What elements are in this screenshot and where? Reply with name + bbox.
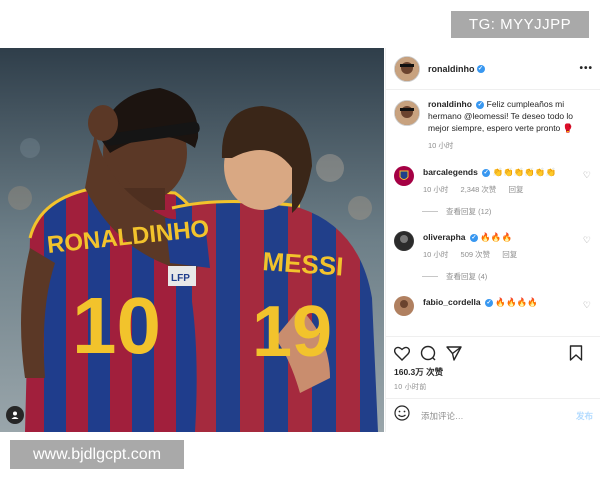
comment-text: 👏👏👏👏👏👏 bbox=[492, 167, 557, 177]
jersey-name-right: MESSI bbox=[262, 246, 345, 282]
verified-badge-icon: ✓ bbox=[469, 233, 478, 242]
reply-button[interactable]: 回复 bbox=[502, 250, 517, 259]
heart-icon[interactable]: ♡ bbox=[583, 170, 591, 181]
emoji-icon[interactable] bbox=[394, 405, 410, 426]
verified-badge-icon: ✓ bbox=[482, 168, 491, 177]
comment-avatar[interactable] bbox=[394, 166, 414, 186]
like-count[interactable]: 160.3万 次赞 bbox=[394, 366, 593, 378]
share-icon[interactable] bbox=[446, 345, 462, 361]
caption: ronaldinho ✓ Feliz cumpleaños mi hermano… bbox=[394, 98, 593, 152]
comment-item: barcalegends ✓ 👏👏👏👏👏👏 10 小时 2,348 次赞 回复 … bbox=[394, 166, 593, 196]
heart-icon[interactable]: ♡ bbox=[583, 235, 591, 246]
comments-list[interactable]: ronaldinho ✓ Feliz cumpleaños mi hermano… bbox=[386, 90, 600, 336]
person-icon[interactable] bbox=[6, 406, 24, 424]
heart-icon[interactable]: ♡ bbox=[583, 300, 591, 311]
sleeve-badge: LFP bbox=[171, 273, 190, 284]
avatar[interactable] bbox=[394, 55, 420, 82]
more-options-icon[interactable]: ••• bbox=[579, 63, 593, 74]
view-replies-button[interactable]: 查看回复 (4) bbox=[422, 271, 593, 282]
comment-likes[interactable]: 509 次赞 bbox=[461, 250, 491, 259]
post-photo[interactable]: LFP RONALDINHO 10 MESSI 19 bbox=[0, 48, 384, 432]
bookmark-icon[interactable] bbox=[569, 345, 583, 361]
verified-badge-icon: ✓ bbox=[485, 298, 494, 307]
instagram-post: LFP RONALDINHO 10 MESSI 19 ronaldinho ✓ … bbox=[0, 48, 600, 432]
post-actions: 160.3万 次赞 10 小时前 bbox=[386, 336, 600, 392]
comment-item: fabio_cordella ✓ 🔥🔥🔥🔥 ♡ bbox=[394, 296, 593, 316]
comment-avatar[interactable] bbox=[394, 231, 414, 251]
comment-icon[interactable] bbox=[420, 345, 436, 361]
post-time: 10 小时前 bbox=[394, 384, 427, 391]
add-comment-bar: 发布 bbox=[386, 398, 600, 432]
comment-text: 🔥🔥🔥🔥 bbox=[495, 297, 538, 307]
comment-time: 10 小时 bbox=[423, 250, 449, 259]
comment-username[interactable]: oliverapha bbox=[423, 232, 466, 242]
comment-item: oliverapha ✓ 🔥🔥🔥 10 小时 509 次赞 回复 ♡ bbox=[394, 231, 593, 261]
view-replies-button[interactable]: 查看回复 (12) bbox=[422, 206, 593, 217]
post-side-panel: ronaldinho ✓ ••• ronaldinho ✓ Feliz cump… bbox=[385, 48, 600, 432]
url-watermark: www.bjdlgcpt.com bbox=[10, 440, 184, 469]
comment-likes[interactable]: 2,348 次赞 bbox=[461, 185, 497, 194]
page: LFP RONALDINHO 10 MESSI 19 ronaldinho ✓ … bbox=[0, 0, 600, 480]
comment-avatar[interactable] bbox=[394, 296, 414, 316]
view-replies-label[interactable]: 查看回复 (4) bbox=[446, 271, 487, 282]
post-comment-button[interactable]: 发布 bbox=[576, 410, 593, 422]
post-header: ronaldinho ✓ ••• bbox=[386, 48, 600, 90]
jersey-number-left: 10 bbox=[72, 281, 161, 370]
caption-username[interactable]: ronaldinho bbox=[428, 99, 472, 109]
divider bbox=[422, 276, 438, 277]
reply-button[interactable]: 回复 bbox=[508, 185, 523, 194]
comment-input[interactable] bbox=[419, 409, 576, 422]
tg-watermark: TG: MYYJJPP bbox=[451, 11, 589, 38]
like-heart-icon[interactable] bbox=[394, 346, 410, 361]
comment-time: 10 小时 bbox=[423, 185, 449, 194]
view-replies-label[interactable]: 查看回复 (12) bbox=[446, 206, 491, 217]
header-username[interactable]: ronaldinho bbox=[428, 64, 475, 74]
jersey-number-right: 19 bbox=[252, 292, 332, 372]
divider bbox=[422, 211, 438, 212]
caption-time: 10 小时 bbox=[428, 141, 454, 150]
caption-avatar[interactable] bbox=[394, 100, 420, 126]
photo-illustration: LFP RONALDINHO 10 MESSI 19 bbox=[0, 48, 384, 432]
verified-badge-icon: ✓ bbox=[476, 64, 485, 73]
comment-username[interactable]: fabio_cordella bbox=[423, 297, 481, 307]
comment-username[interactable]: barcalegends bbox=[423, 167, 478, 177]
verified-badge-icon: ✓ bbox=[476, 100, 485, 109]
comment-text: 🔥🔥🔥 bbox=[480, 232, 513, 242]
